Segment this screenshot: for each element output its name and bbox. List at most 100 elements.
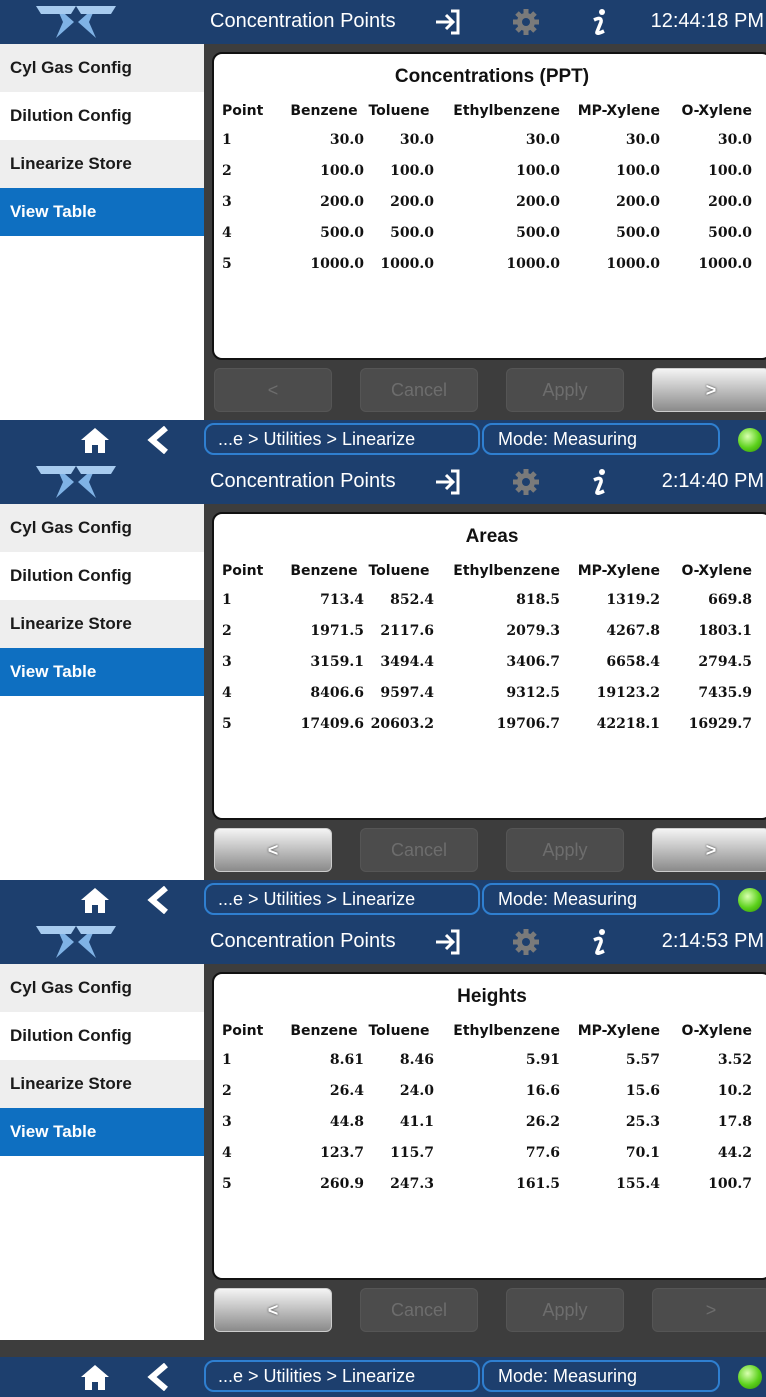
table-cell: 1 <box>222 591 232 608</box>
table-panel: Heights Point Benzene Toluene Ethylbenze… <box>212 972 766 1280</box>
back-button[interactable]: < <box>214 1288 332 1332</box>
column-header: Toluene <box>368 563 430 579</box>
table-row: 4 500.0 500.0 500.0 500.0 500.0 <box>222 217 752 248</box>
exit-icon[interactable] <box>432 6 464 38</box>
sidebar-item-cyl-gas-config[interactable]: Cyl Gas Config <box>0 964 204 1012</box>
table-cell: 500.0 <box>320 224 364 241</box>
info-icon[interactable] <box>584 926 616 958</box>
sidebar: Cyl Gas Config Dilution Config Linearize… <box>0 964 204 1340</box>
sidebar-item-linearize-store[interactable]: Linearize Store <box>0 600 204 648</box>
table-cell: 247.3 <box>390 1175 434 1192</box>
cancel-button[interactable]: Cancel <box>360 828 478 872</box>
sidebar-item-cyl-gas-config[interactable]: Cyl Gas Config <box>0 504 204 552</box>
table-cell: 5 <box>222 255 232 272</box>
table-row: 5 1000.0 1000.0 1000.0 1000.0 1000.0 <box>222 248 752 279</box>
table-cell: 260.9 <box>320 1175 364 1192</box>
mode-status: Mode: Measuring <box>482 423 720 455</box>
table-cell: 19123.2 <box>596 684 660 701</box>
sidebar-item-dilution-config[interactable]: Dilution Config <box>0 92 204 140</box>
table-cell: 8.46 <box>399 1051 434 1068</box>
sidebar-item-dilution-config[interactable]: Dilution Config <box>0 552 204 600</box>
exit-icon[interactable] <box>432 466 464 498</box>
column-header: MP-Xylene <box>577 1023 660 1039</box>
data-table: Point Benzene Toluene Ethylbenzene MP-Xy… <box>222 98 752 279</box>
screen-areas: Concentration Points 2:14:40 PM Cyl Gas … <box>0 460 766 920</box>
sidebar-item-linearize-store[interactable]: Linearize Store <box>0 140 204 188</box>
table-cell: 16.6 <box>525 1082 560 1099</box>
table-cell: 1971.5 <box>310 622 364 639</box>
back-button[interactable]: < <box>214 828 332 872</box>
apply-button[interactable]: Apply <box>506 1288 624 1332</box>
data-table: Point Benzene Toluene Ethylbenzene MP-Xy… <box>222 558 752 739</box>
gear-icon[interactable] <box>510 466 542 498</box>
column-header: Benzene <box>290 103 358 119</box>
apply-button[interactable]: Apply <box>506 368 624 412</box>
info-icon[interactable] <box>584 6 616 38</box>
back-chevron-icon[interactable] <box>146 426 170 454</box>
mode-status: Mode: Measuring <box>482 883 720 915</box>
table-cell: 100.0 <box>390 162 434 179</box>
status-led-icon <box>738 428 762 452</box>
cancel-button[interactable]: Cancel <box>360 1288 478 1332</box>
sidebar: Cyl Gas Config Dilution Config Linearize… <box>0 504 204 880</box>
table-cell: 8.61 <box>329 1051 364 1068</box>
apply-button[interactable]: Apply <box>506 828 624 872</box>
next-button[interactable]: > <box>652 828 766 872</box>
next-button[interactable]: > <box>652 1288 766 1332</box>
table-row: 1 713.4 852.4 818.5 1319.2 669.8 <box>222 584 752 615</box>
next-button[interactable]: > <box>652 368 766 412</box>
table-cell: 17409.6 <box>300 715 364 732</box>
table-cell: 1319.2 <box>606 591 660 608</box>
home-icon[interactable] <box>80 426 110 454</box>
sidebar-item-linearize-store[interactable]: Linearize Store <box>0 1060 204 1108</box>
back-chevron-icon[interactable] <box>146 1363 170 1391</box>
table-cell: 155.4 <box>616 1175 660 1192</box>
table-row: 3 44.8 41.1 26.2 25.3 17.8 <box>222 1106 752 1137</box>
table-cell: 2 <box>222 1082 232 1099</box>
clock: 2:14:53 PM <box>661 930 764 952</box>
table-cell: 16929.7 <box>688 715 752 732</box>
table-cell: 100.0 <box>616 162 660 179</box>
table-cell: 5.57 <box>625 1051 660 1068</box>
back-chevron-icon[interactable] <box>146 886 170 914</box>
table-cell: 41.1 <box>399 1113 434 1130</box>
gear-icon[interactable] <box>510 926 542 958</box>
sidebar-item-dilution-config[interactable]: Dilution Config <box>0 1012 204 1060</box>
info-icon[interactable] <box>584 466 616 498</box>
table-row: 5 260.9 247.3 161.5 155.4 100.7 <box>222 1168 752 1199</box>
home-icon[interactable] <box>80 886 110 914</box>
table-cell: 17.8 <box>717 1113 752 1130</box>
sidebar-item-cyl-gas-config[interactable]: Cyl Gas Config <box>0 44 204 92</box>
table-cell: 4267.8 <box>606 622 660 639</box>
exit-icon[interactable] <box>432 926 464 958</box>
breadcrumb[interactable]: ...e > Utilities > Linearize <box>204 883 480 915</box>
back-button[interactable]: < <box>214 368 332 412</box>
table-cell: 100.0 <box>320 162 364 179</box>
column-header: Ethylbenzene <box>453 563 560 579</box>
sidebar-item-view-table[interactable]: View Table <box>0 648 204 696</box>
breadcrumb[interactable]: ...e > Utilities > Linearize <box>204 423 480 455</box>
cancel-button[interactable]: Cancel <box>360 368 478 412</box>
table-cell: 30.0 <box>525 131 560 148</box>
gear-icon[interactable] <box>510 6 542 38</box>
table-row: 4 123.7 115.7 77.6 70.1 44.2 <box>222 1137 752 1168</box>
table-cell: 200.0 <box>390 193 434 210</box>
home-icon[interactable] <box>80 1363 110 1391</box>
table-cell: 2794.5 <box>698 653 752 670</box>
column-header: Point <box>222 1023 264 1039</box>
table-cell: 713.4 <box>320 591 364 608</box>
table-title: Areas <box>465 526 519 547</box>
company-logo-icon <box>36 466 116 498</box>
table-cell: 3494.4 <box>380 653 434 670</box>
table-cell: 3 <box>222 193 232 210</box>
column-header: Benzene <box>290 563 358 579</box>
table-cell: 3 <box>222 653 232 670</box>
breadcrumb[interactable]: ...e > Utilities > Linearize <box>204 1360 480 1392</box>
sidebar-item-view-table[interactable]: View Table <box>0 1108 204 1156</box>
sidebar-item-view-table[interactable]: View Table <box>0 188 204 236</box>
table-panel: Concentrations (PPT) Point Benzene Tolue… <box>212 52 766 360</box>
column-header: O-Xylene <box>681 563 752 579</box>
column-header: Point <box>222 563 264 579</box>
status-led-icon <box>738 1365 762 1389</box>
table-cell: 19706.7 <box>496 715 560 732</box>
